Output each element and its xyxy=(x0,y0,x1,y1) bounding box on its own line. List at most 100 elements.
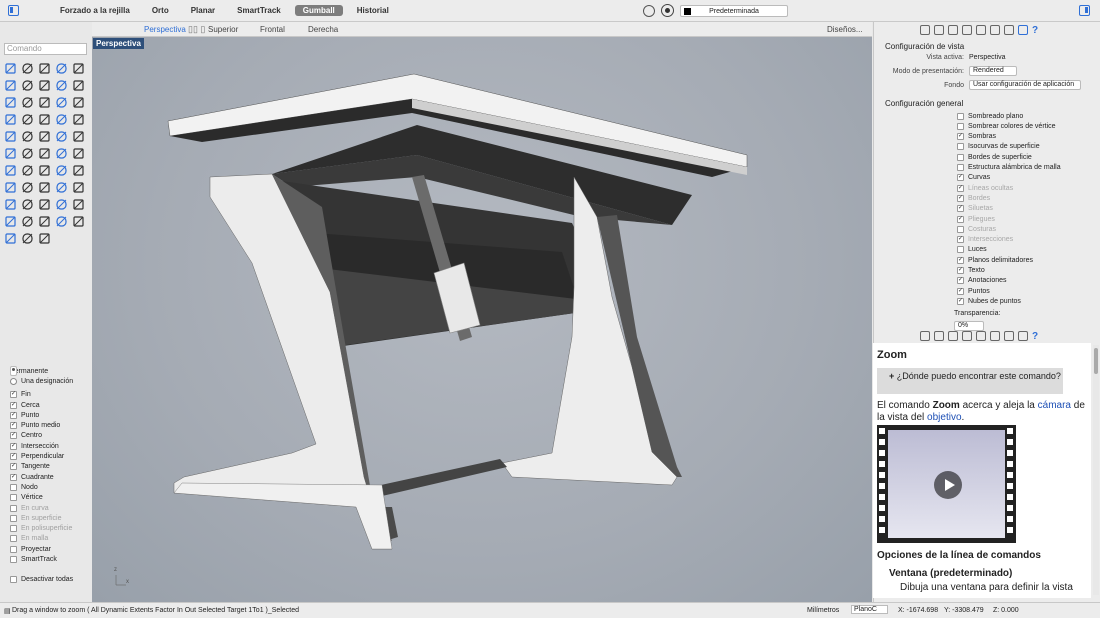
text-icon[interactable] xyxy=(53,162,70,179)
pan-icon[interactable] xyxy=(19,179,36,196)
tab-superior[interactable]: Superior xyxy=(208,25,238,34)
lock-icon[interactable] xyxy=(36,145,53,162)
mirror-icon[interactable] xyxy=(70,111,87,128)
tool-icon[interactable] xyxy=(70,213,87,230)
osnap-permanent-radio[interactable]: Permanente xyxy=(10,366,73,377)
window-icon[interactable] xyxy=(1004,25,1014,35)
brush-icon[interactable] xyxy=(990,331,1000,341)
osnap-once-radio[interactable]: Una designación xyxy=(10,376,73,386)
mode-history-button[interactable]: Historial xyxy=(349,5,397,16)
move-icon[interactable] xyxy=(19,111,36,128)
light-icon[interactable] xyxy=(70,179,87,196)
tool-icon[interactable] xyxy=(2,230,19,247)
display-option[interactable]: ✓ Texto xyxy=(957,266,985,276)
panel-toggle-icon[interactable] xyxy=(1079,5,1090,16)
display-option[interactable]: ✓ Nubes de puntos xyxy=(957,296,1021,306)
orbit-icon[interactable] xyxy=(36,179,53,196)
camera-icon[interactable] xyxy=(36,196,53,213)
box-icon[interactable] xyxy=(36,77,53,94)
osnap-item[interactable]: ✓ Fin xyxy=(10,390,73,400)
tab-frontal[interactable]: Frontal xyxy=(260,25,285,34)
mode-grid-snap-button[interactable]: Forzado a la rejilla xyxy=(52,5,138,16)
command-history-icon[interactable]: ▤ xyxy=(4,607,11,615)
display-option[interactable]: Luces xyxy=(957,245,987,255)
script-icon[interactable] xyxy=(2,213,19,230)
dimension-icon[interactable] xyxy=(36,162,53,179)
display-option[interactable]: ✓ Puntos xyxy=(957,286,990,296)
help-scrollbar[interactable] xyxy=(1093,345,1099,595)
mode-ortho-button[interactable]: Orto xyxy=(144,5,177,16)
where-to-find-button[interactable]: + ¿Dónde puedo encontrar este comando? xyxy=(877,368,1063,394)
display-option[interactable]: Estructura alámbrica de malla xyxy=(957,163,1061,173)
mode-smarttrack-button[interactable]: SmartTrack xyxy=(229,5,289,16)
target-link[interactable]: objetivo xyxy=(927,412,961,423)
display-option[interactable]: Isocurvas de superficie xyxy=(957,142,1040,152)
render-icon[interactable] xyxy=(70,145,87,162)
osnap-item[interactable]: Nodo xyxy=(10,482,73,492)
properties-icon[interactable] xyxy=(934,331,944,341)
units-label[interactable]: Milímetros xyxy=(807,607,839,614)
layers-icon[interactable] xyxy=(920,25,930,35)
sidebar-toggle-icon[interactable] xyxy=(8,5,19,16)
transparency-input[interactable]: 0% xyxy=(954,321,984,331)
help-icon[interactable] xyxy=(2,196,19,213)
display-mode-select[interactable]: Rendered xyxy=(969,66,1017,76)
help-icon[interactable]: ? xyxy=(1032,331,1038,343)
osnap-item[interactable]: ✓ Cuadrante xyxy=(10,472,73,482)
osnap-item[interactable]: ✓ Punto medio xyxy=(10,420,73,430)
group-icon[interactable] xyxy=(2,145,19,162)
boolean-icon[interactable] xyxy=(2,111,19,128)
layer-icon[interactable] xyxy=(53,145,70,162)
sun-icon[interactable] xyxy=(19,196,36,213)
camera-icon[interactable] xyxy=(976,331,986,341)
document-icon[interactable] xyxy=(948,25,958,35)
display-option[interactable]: ✓ Planos delimitadores xyxy=(957,255,1033,265)
brush-icon[interactable] xyxy=(990,25,1000,35)
fillet-icon[interactable] xyxy=(70,94,87,111)
play-icon[interactable] xyxy=(934,471,962,499)
tab-derecha[interactable]: Derecha xyxy=(308,25,338,34)
mode-planar-button[interactable]: Planar xyxy=(183,5,223,16)
material-icon[interactable] xyxy=(53,179,70,196)
command-input[interactable]: Comando xyxy=(4,43,87,55)
hide-icon[interactable] xyxy=(19,145,36,162)
record-history-icon[interactable] xyxy=(661,4,674,17)
point-icon[interactable] xyxy=(19,60,36,77)
circle-icon[interactable] xyxy=(70,60,87,77)
mode-gumball-button[interactable]: Gumball xyxy=(294,5,343,16)
loft-icon[interactable] xyxy=(19,94,36,111)
array-icon[interactable] xyxy=(2,128,19,145)
join-icon[interactable] xyxy=(53,128,70,145)
split-icon[interactable] xyxy=(36,128,53,145)
viewport-layout-icon[interactable]: ▯▯ ▯ xyxy=(188,24,205,35)
select-icon[interactable] xyxy=(2,60,19,77)
ellipse-icon[interactable] xyxy=(19,77,36,94)
osnap-item[interactable]: ✓ Intersección xyxy=(10,441,73,451)
options-icon[interactable] xyxy=(70,196,87,213)
history-back-icon[interactable] xyxy=(643,5,655,17)
layouts-button[interactable]: Diseños... xyxy=(827,25,863,34)
rectangle-icon[interactable] xyxy=(53,60,70,77)
display-option[interactable]: Bordes de superficie xyxy=(957,152,1032,162)
camera-icon[interactable] xyxy=(976,25,986,35)
display-option[interactable]: Sombrear colores de vértice xyxy=(957,121,1056,131)
help-video[interactable] xyxy=(877,425,1016,543)
osnap-item[interactable]: ✓ Punto xyxy=(10,410,73,420)
cplane-select[interactable]: PlanoC xyxy=(851,605,888,614)
display-option[interactable]: ✓ Sombras xyxy=(957,132,996,142)
rotate-icon[interactable] xyxy=(36,111,53,128)
cube-icon[interactable] xyxy=(962,25,972,35)
osnap-item[interactable]: ✓ Centro xyxy=(10,431,73,441)
osnap-item[interactable]: ✓ Tangente xyxy=(10,462,73,472)
scale-icon[interactable] xyxy=(53,111,70,128)
color-icon[interactable] xyxy=(53,196,70,213)
background-select[interactable]: Usar configuración de aplicación xyxy=(969,80,1081,90)
sweep-icon[interactable] xyxy=(53,94,70,111)
cylinder-icon[interactable] xyxy=(70,77,87,94)
zoom-icon[interactable] xyxy=(2,179,19,196)
osnap-item[interactable]: ✓ Cerca xyxy=(10,400,73,410)
display-option[interactable]: Sombreado plano xyxy=(957,111,1023,121)
display-option[interactable]: ✓ Curvas xyxy=(957,173,990,183)
osnap-disable-all[interactable]: Desactivar todas xyxy=(10,575,73,585)
analyze-icon[interactable] xyxy=(70,162,87,179)
